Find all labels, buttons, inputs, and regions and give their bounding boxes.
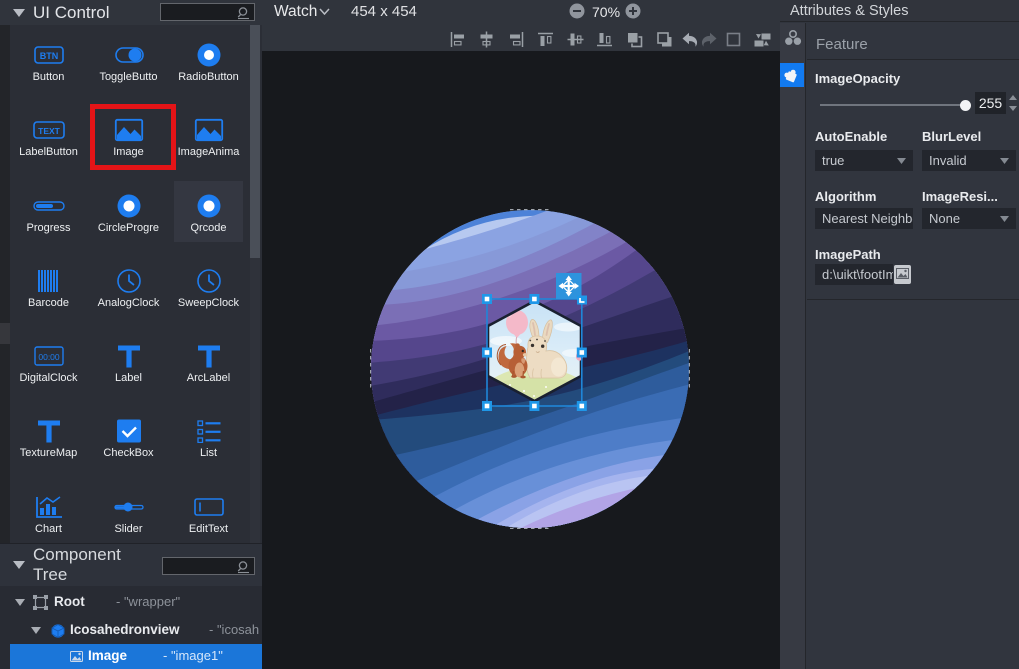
svg-text:TEXT: TEXT (38, 126, 61, 136)
svg-text:BTN: BTN (39, 51, 58, 61)
svg-text:00:00: 00:00 (38, 352, 60, 362)
